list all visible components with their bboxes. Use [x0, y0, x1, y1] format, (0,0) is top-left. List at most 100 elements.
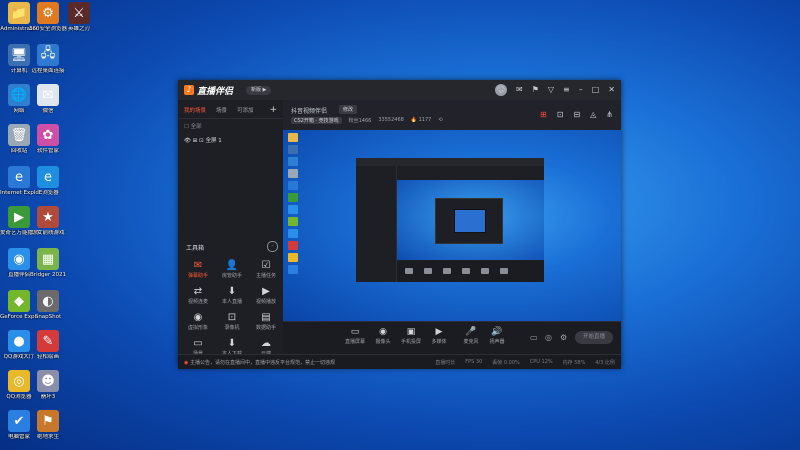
start-live-button[interactable]: 开始直播: [575, 331, 613, 344]
desktop-icon-label: 少女前线游戏: [31, 230, 65, 236]
heat-count: 🔥 1177: [410, 117, 432, 123]
tool-item[interactable]: ☑ 主播任务: [250, 260, 282, 279]
preview-icon: [288, 253, 298, 262]
desktop-icon-image: 🖥: [8, 44, 30, 66]
preview-icon: [288, 241, 298, 250]
tool-item[interactable]: ▤ 数据助手: [250, 312, 282, 331]
control-bar: ▭ 直播屏幕 ◉ 摄像头 ▣ 手机投屏 ▶ 多媒体 🎤 麦克风 🔊 扬声器 ▭ ◎ ⚙ 开始直播: [283, 321, 621, 355]
tool-icon: ▭: [193, 338, 203, 349]
maximize-icon[interactable]: □: [592, 84, 600, 96]
control-icon: 🎤: [465, 327, 477, 337]
control-button[interactable]: ▭ 直播屏幕: [341, 326, 369, 345]
desktop-icon[interactable]: ✉ 微信: [29, 84, 67, 115]
tool-item[interactable]: ▶ 视频播放: [250, 286, 282, 305]
desktop-icon-label: 微信: [42, 108, 54, 114]
close-icon[interactable]: ✕: [608, 84, 615, 96]
tool-item[interactable]: ◉ 虚拟形象: [182, 312, 214, 331]
stream-preview[interactable]: [283, 130, 621, 321]
tool-icon: ⊡: [227, 312, 237, 323]
control-button[interactable]: 🎤 麦克风: [457, 326, 485, 345]
tool-icon: ☑: [261, 260, 271, 271]
control-button[interactable]: ◉ 摄像头: [369, 326, 397, 345]
eye-icon[interactable]: ◎: [545, 333, 552, 342]
desktop-icon[interactable]: ◐ SnapShot: [29, 290, 67, 321]
tool-item[interactable]: ✉ 弹幕助手: [182, 260, 214, 279]
control-button[interactable]: ▶ 多媒体: [425, 326, 453, 345]
control-label: 多媒体: [431, 339, 447, 345]
left-panel: 我的场景 场景 可添加 + ☐ 全部 👁 ⊞ ⊡ 全屏 1 工具箱 – ✉ 弹幕助…: [178, 100, 284, 368]
desktop-icon[interactable]: ☻ 崩坏3: [29, 370, 67, 401]
message-icon[interactable]: ✉: [516, 84, 523, 96]
tool-label: 本人直播: [221, 299, 242, 305]
edit-room-button[interactable]: 修改: [339, 105, 358, 114]
desktop-icon-image: ⚔: [68, 2, 90, 24]
tool-item[interactable]: 👤 房管助手: [216, 260, 248, 279]
control-button[interactable]: ▣ 手机投屏: [397, 326, 425, 345]
desktop-icon[interactable]: ▦ Bridger 2021: [29, 248, 67, 279]
preview-icon: [288, 217, 298, 226]
camera-small-icon[interactable]: ▭: [530, 333, 538, 342]
lock-icon[interactable]: ⊡: [557, 110, 564, 119]
desktop-icon[interactable]: ★ 少女前线游戏: [29, 206, 67, 237]
tab-my-scene[interactable]: 我的场景: [184, 106, 206, 118]
desktop-icon-image: 🗑: [8, 124, 30, 146]
tab-scene[interactable]: 场景: [216, 106, 227, 118]
desktop-icon-label: Bridger 2021: [30, 272, 66, 278]
tool-item[interactable]: ⊡ 录像机: [216, 312, 248, 331]
status-stat: 4/3 比例: [595, 360, 615, 366]
preview-icon: [288, 181, 298, 190]
version-pill[interactable]: 新版 ▶: [246, 86, 272, 95]
source-all[interactable]: ☐ 全部: [178, 119, 283, 133]
bell-icon[interactable]: ◬: [590, 110, 596, 119]
tool-item[interactable]: ⇄ 视频连麦: [182, 286, 214, 305]
desktop-icon-image: ★: [37, 206, 59, 228]
desktop-icon-image: 🖧: [37, 44, 59, 66]
desktop-icon[interactable]: ⚔ 英雄之刃: [60, 2, 98, 33]
tool-label: 视频播放: [255, 299, 276, 305]
share-icon[interactable]: ⋔: [606, 110, 613, 119]
menu-icon[interactable]: ≡: [563, 84, 570, 96]
tool-label: 录像机: [224, 325, 240, 331]
desktop-icon[interactable]: e IE浏览器: [29, 166, 67, 197]
preview-icon: [288, 169, 298, 178]
avatar[interactable]: ☺: [495, 84, 507, 96]
tool-item[interactable]: ⬇ 本人直播: [216, 286, 248, 305]
desktop-icon-image: e: [37, 166, 59, 188]
desktop-icon-image: ⚙: [37, 2, 59, 24]
desktop-icon[interactable]: 🖧 远程桌面连接: [29, 44, 67, 75]
tool-label: 虚拟形象: [187, 325, 208, 331]
desktop-icon-label: SnapShot: [34, 314, 62, 320]
add-scene-button[interactable]: +: [269, 106, 277, 118]
tab-addable[interactable]: 可添加: [237, 106, 254, 118]
room-id: 33552468: [378, 117, 404, 123]
gift-icon[interactable]: ⚑: [532, 84, 539, 96]
desktop-icon[interactable]: ✿ 软件管家: [29, 124, 67, 155]
toolbox-title: 工具箱: [186, 245, 205, 252]
settings-icon[interactable]: ⚙: [560, 333, 567, 342]
control-button[interactable]: 🔊 扬声器: [483, 326, 511, 345]
gift-box-icon[interactable]: ⊞: [540, 110, 547, 119]
toolbox-close-icon[interactable]: –: [267, 241, 278, 252]
minimize-icon[interactable]: –: [579, 84, 583, 96]
logo-icon: ♪: [184, 85, 194, 95]
room-title: 抖音视频伴侣: [291, 108, 328, 115]
tool-icon: ▤: [261, 312, 271, 323]
tool-icon: ⬇: [227, 338, 237, 349]
desktop-icon-image: 🌐: [8, 84, 30, 106]
tool-label: 房管助手: [221, 273, 242, 279]
preview-icon: [288, 145, 298, 154]
refresh-icon[interactable]: ⟲: [438, 117, 442, 124]
preview-icon: [288, 229, 298, 238]
preview-icon: [288, 133, 298, 142]
desktop-icon[interactable]: ⚑ 绝地求生: [29, 410, 67, 441]
room-category[interactable]: CS2开箱 · 竞技游戏: [291, 117, 342, 124]
lock-open-icon[interactable]: ⊟: [573, 110, 580, 119]
shirt-icon[interactable]: ▽: [548, 84, 554, 96]
preview-nested-window: [356, 158, 544, 282]
source-fullscreen[interactable]: 👁 ⊞ ⊡ 全屏 1: [178, 133, 283, 147]
desktop-icon[interactable]: ✎ 轻松绘画: [29, 330, 67, 361]
preview-icon: [288, 265, 298, 274]
desktop-icon-image: e: [8, 166, 30, 188]
desktop-icon-image: ✉: [37, 84, 59, 106]
desktop-icon-label: 绝地求生: [36, 434, 59, 440]
